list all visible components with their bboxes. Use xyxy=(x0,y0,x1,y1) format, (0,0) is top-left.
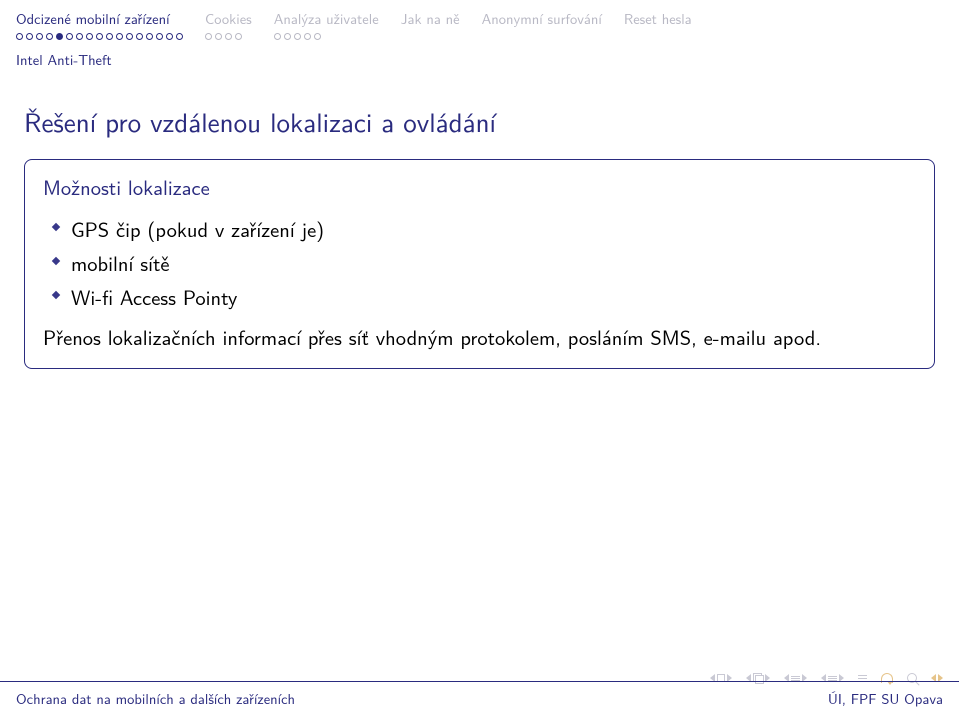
nav-progress-dot[interactable] xyxy=(225,33,232,40)
frame-title: Řešení pro vzdálenou lokalizaci a ovládá… xyxy=(0,70,959,159)
section-lines-icon[interactable] xyxy=(828,676,837,681)
nav-progress-dot[interactable] xyxy=(176,33,183,40)
slide-footer: Ochrana dat na mobilních a dalších zaříz… xyxy=(0,681,959,717)
nav-progress-dot[interactable] xyxy=(156,33,163,40)
bullet-item: GPS čip (pokud v zařízení je) xyxy=(53,212,916,246)
nav-subsection: Intel Anti-Theft xyxy=(0,43,959,70)
nav-progress-dot[interactable] xyxy=(76,33,83,40)
nav-progress-dot[interactable] xyxy=(235,33,242,40)
block-title: Možnosti lokalizace xyxy=(43,172,916,202)
nav-progress-dot[interactable] xyxy=(274,33,281,40)
bullet-item: Wi-fi Access Pointy xyxy=(53,280,916,314)
nav-progress-dot[interactable] xyxy=(26,33,33,40)
nav-progress-dot[interactable] xyxy=(314,33,321,40)
nav-section[interactable]: Reset hesla xyxy=(624,8,714,43)
block-bullet-list: GPS čip (pokud v zařízení je)mobilní sít… xyxy=(43,212,916,314)
nav-progress-dots xyxy=(205,33,242,43)
block-paragraph: Přenos lokalizačních informací přes síť … xyxy=(43,324,916,352)
nav-progress-dot[interactable] xyxy=(284,33,291,40)
nav-section-label: Reset hesla xyxy=(624,8,692,29)
nav-section[interactable]: Analýza uživatele xyxy=(274,8,401,43)
nav-progress-dot[interactable] xyxy=(126,33,133,40)
nav-section-label: Cookies xyxy=(205,8,252,29)
nav-progress-dot[interactable] xyxy=(215,33,222,40)
nav-section-label: Anonymní surfování xyxy=(482,8,602,29)
nav-progress-dot[interactable] xyxy=(66,33,73,40)
content-block: Možnosti lokalizace GPS čip (pokud v zař… xyxy=(24,159,935,369)
nav-progress-dot[interactable] xyxy=(116,33,123,40)
nav-progress-dot[interactable] xyxy=(205,33,212,40)
nav-progress-dot[interactable] xyxy=(56,33,63,40)
nav-progress-dot[interactable] xyxy=(106,33,113,40)
subsection-lines-icon[interactable] xyxy=(791,676,800,681)
nav-progress-dot[interactable] xyxy=(86,33,93,40)
nav-sections: Odcizené mobilní zařízení Cookies Analýza … xyxy=(0,0,959,43)
bullet-item: mobilní sítě xyxy=(53,246,916,280)
nav-section[interactable]: Cookies xyxy=(205,8,274,43)
nav-progress-dot[interactable] xyxy=(96,33,103,40)
nav-progress-dot[interactable] xyxy=(166,33,173,40)
nav-progress-dots xyxy=(16,33,183,43)
nav-progress-dot[interactable] xyxy=(304,33,311,40)
nav-progress-dots xyxy=(274,33,321,43)
nav-progress-dot[interactable] xyxy=(36,33,43,40)
nav-progress-dot[interactable] xyxy=(136,33,143,40)
nav-section-label: Odcizené mobilní zařízení xyxy=(16,8,170,29)
nav-section-label: Analýza uživatele xyxy=(274,8,379,29)
nav-section[interactable]: Anonymní surfování xyxy=(482,8,624,43)
footer-institute: ÚI, FPF SU Opava xyxy=(828,688,943,709)
nav-progress-dot[interactable] xyxy=(16,33,23,40)
footer-title: Ochrana dat na mobilních a dalších zaříz… xyxy=(16,688,295,709)
nav-section-label: Jak na ně xyxy=(401,8,460,29)
nav-section[interactable]: Jak na ně xyxy=(401,8,482,43)
nav-progress-dot[interactable] xyxy=(146,33,153,40)
nav-progress-dot[interactable] xyxy=(294,33,301,40)
nav-section[interactable]: Odcizené mobilní zařízení xyxy=(16,8,205,43)
nav-progress-dot[interactable] xyxy=(46,33,53,40)
